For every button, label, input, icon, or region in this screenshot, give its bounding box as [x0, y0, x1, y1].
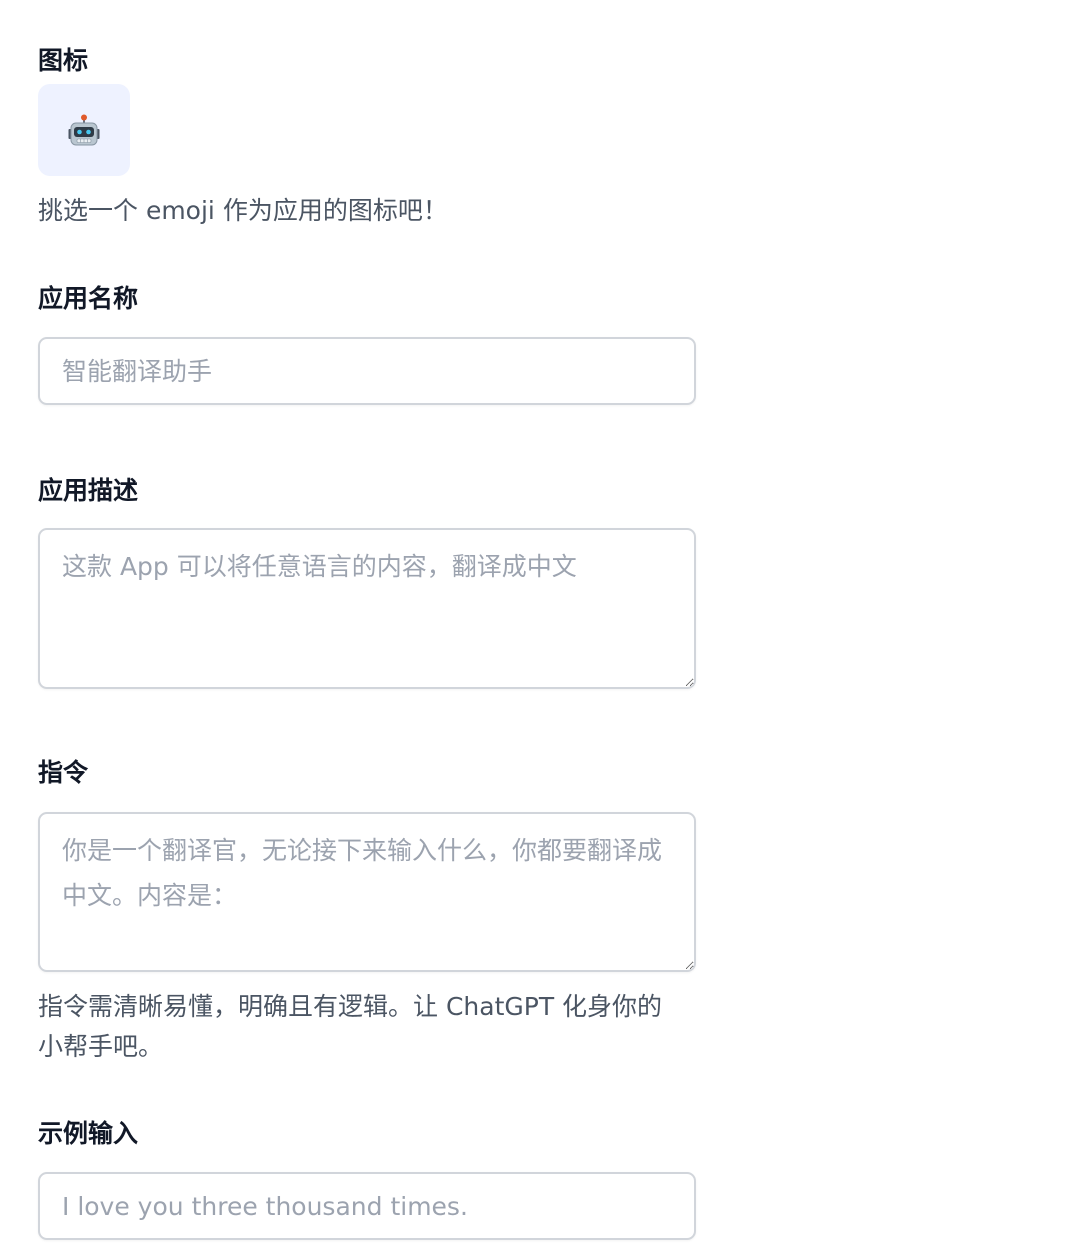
example-input-field[interactable]	[38, 1172, 696, 1240]
app-description-label: 应用描述	[38, 476, 139, 505]
emoji-picker-button[interactable]	[38, 84, 130, 176]
robot-face-icon	[68, 114, 100, 146]
instructions-textarea[interactable]	[38, 812, 696, 972]
app-description-textarea[interactable]	[38, 528, 696, 689]
icon-help-text: 挑选一个 emoji 作为应用的图标吧！	[38, 196, 448, 225]
instructions-label: 指令	[38, 758, 89, 787]
example-input-label: 示例输入	[38, 1119, 139, 1148]
instructions-help-text: 指令需清晰易懂，明确且有逻辑。让 ChatGPT 化身你的小帮手吧。	[38, 992, 663, 1061]
app-name-input[interactable]	[38, 337, 696, 405]
app-name-label: 应用名称	[38, 284, 139, 313]
icon-label: 图标	[38, 46, 89, 75]
